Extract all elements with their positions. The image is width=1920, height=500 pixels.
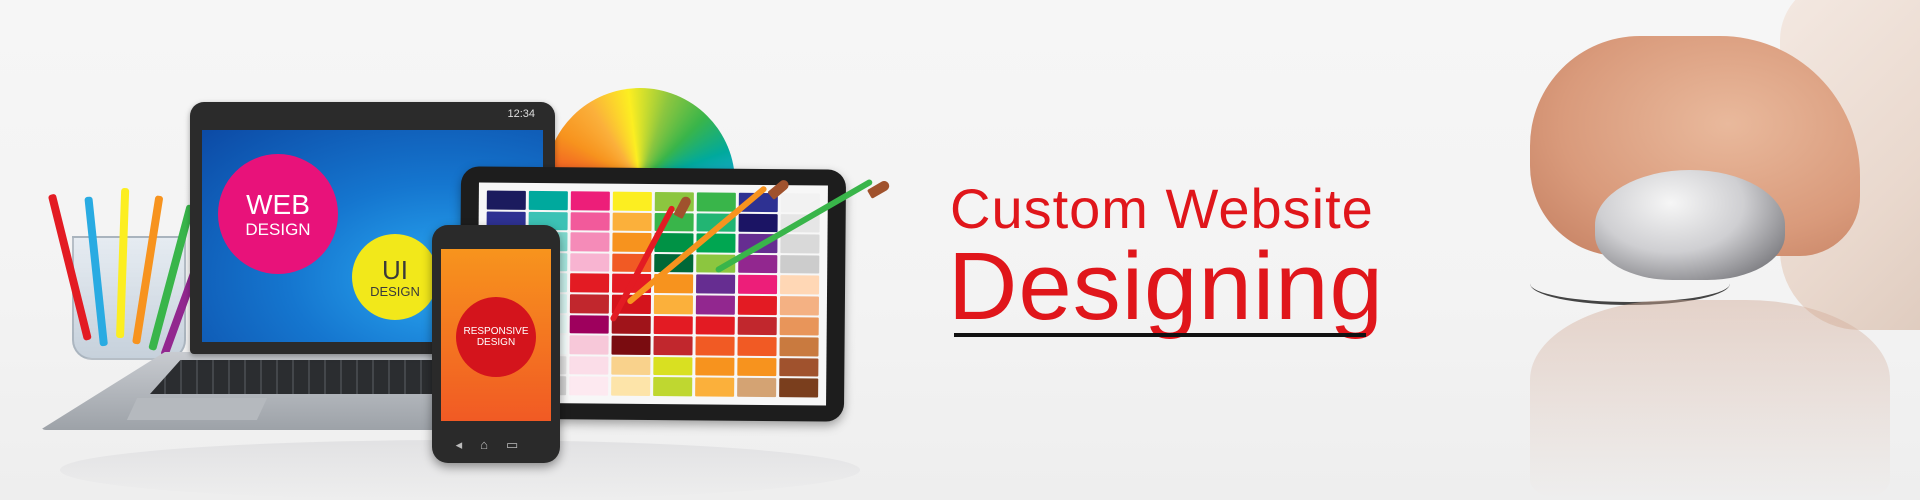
color-swatch: [611, 356, 651, 376]
color-swatch: [486, 190, 526, 210]
color-swatch: [569, 335, 609, 355]
swatch-column: [695, 192, 736, 397]
color-swatch: [695, 315, 735, 335]
color-swatch: [780, 275, 820, 295]
swatch-column: [569, 191, 610, 396]
color-swatch: [780, 254, 820, 274]
laptop-touchpad: [126, 398, 268, 420]
color-swatch: [611, 315, 651, 335]
color-swatch: [612, 212, 652, 232]
color-swatch: [570, 273, 610, 293]
color-swatch: [570, 211, 610, 231]
responsive-design-line1: RESPONSIVE: [463, 326, 529, 337]
color-swatch: [611, 335, 651, 355]
headline-line1: Custom Website: [950, 177, 1374, 240]
color-swatch: [653, 336, 693, 356]
color-swatch: [779, 296, 819, 316]
color-swatch: [570, 253, 610, 272]
color-swatch: [695, 377, 735, 397]
headline-line2: Designing: [948, 233, 1384, 340]
color-swatch: [738, 275, 778, 295]
color-swatch: [696, 192, 736, 212]
color-swatch: [570, 232, 610, 252]
color-swatch: [569, 294, 609, 314]
web-design-badge: WEB DESIGN: [218, 154, 338, 274]
hand-on-mouse-photo: [1490, 0, 1920, 500]
web-design-line1: WEB: [246, 188, 310, 220]
color-swatch: [780, 234, 820, 254]
color-swatch: [569, 356, 609, 375]
color-swatch: [653, 315, 693, 335]
color-swatch: [528, 190, 568, 210]
hand-reflection: [1530, 300, 1890, 500]
color-swatch: [695, 336, 735, 356]
color-swatch: [570, 191, 610, 211]
color-swatch: [737, 336, 777, 356]
color-swatch: [779, 337, 819, 357]
laptop-status-bar: 12:34: [202, 108, 543, 126]
smartphone-illustration: RESPONSIVE DESIGN ◂⌂▭: [432, 225, 560, 463]
swatch-column: [737, 192, 778, 398]
color-swatch: [695, 295, 735, 315]
color-swatch: [611, 376, 651, 396]
color-swatch: [695, 357, 735, 377]
color-swatch: [779, 316, 819, 336]
color-swatch: [653, 356, 693, 376]
web-design-line2: DESIGN: [245, 219, 311, 239]
color-swatch: [737, 378, 777, 398]
phone-screen: RESPONSIVE DESIGN: [441, 249, 551, 421]
responsive-design-badge: RESPONSIVE DESIGN: [456, 297, 536, 377]
color-swatch: [737, 357, 777, 377]
ui-design-badge: UI DESIGN: [352, 234, 438, 320]
color-swatch: [612, 191, 652, 211]
ui-design-line2: DESIGN: [370, 283, 420, 299]
color-swatch: [569, 376, 609, 396]
headline-underline: [954, 333, 1366, 337]
color-swatch: [653, 377, 693, 397]
responsive-design-line2: DESIGN: [476, 337, 516, 348]
color-swatch: [569, 314, 609, 334]
ui-design-line1: UI: [382, 254, 408, 285]
hero-banner: WEB DESIGN UI DESIGN 12:34 RESPONSIVE DE…: [0, 0, 1920, 500]
color-swatch: [737, 295, 777, 315]
color-swatch: [780, 193, 820, 213]
color-swatch: [696, 274, 736, 294]
mouse-cable: [1530, 262, 1730, 305]
color-swatch: [738, 213, 778, 233]
swatch-column: [611, 191, 652, 396]
headline: Custom Website Designing: [948, 176, 1428, 335]
swatch-column: [653, 192, 694, 397]
color-swatch: [653, 294, 693, 314]
color-swatch: [779, 357, 819, 377]
color-swatch: [737, 316, 777, 336]
device-collage-illustration: WEB DESIGN UI DESIGN 12:34 RESPONSIVE DE…: [0, 0, 920, 500]
color-swatch: [779, 378, 819, 398]
phone-nav-icons: ◂⌂▭: [455, 437, 537, 452]
status-time: 12:34: [507, 108, 535, 120]
